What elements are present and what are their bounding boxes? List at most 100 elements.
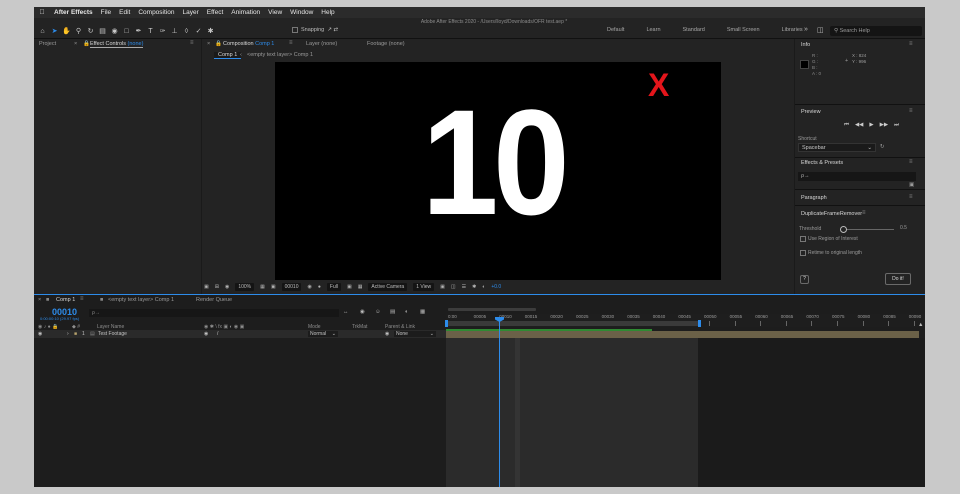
view-layout-dropdown[interactable]: 1 View [413, 283, 435, 291]
hand-tool-icon[interactable]: ✋ [62, 27, 71, 36]
clone-stamp-tool-icon[interactable]: ⊥ [170, 27, 179, 36]
exposure-icon[interactable]: ◐ [482, 284, 485, 290]
tab-composition[interactable]: Composition Comp 1 [223, 41, 274, 47]
snapping-toggle[interactable]: Snapping ↗ ⇄ [292, 27, 338, 33]
timeline-navigator[interactable] [448, 308, 536, 311]
search-help-input[interactable]: ⚲ Search Help [830, 26, 922, 36]
layer-duration-bar[interactable] [446, 331, 919, 338]
comp-mini-flowchart-icon[interactable]: ↔ [343, 309, 349, 315]
lock-icon[interactable]: 🔒 [215, 41, 222, 47]
fast-preview-icon[interactable]: ◫ [451, 284, 456, 290]
panel-menu-icon[interactable]: ≡ [289, 40, 293, 46]
reset-icon[interactable]: ↻ [880, 144, 885, 150]
motion-blur-icon[interactable]: ◐ [405, 309, 408, 315]
tab-effect-controls[interactable]: Effect Controls (none) [90, 41, 144, 48]
menu-window[interactable]: Window [286, 9, 317, 16]
exposure-value[interactable]: +0.0 [491, 284, 501, 290]
rectangle-tool-icon[interactable]: □ [122, 27, 131, 36]
work-area-bar[interactable] [446, 321, 701, 326]
shortcut-dropdown[interactable]: Spacebar ⌄ [798, 143, 876, 152]
new-bin-icon[interactable]: ▣ [909, 182, 914, 188]
effects-search-input[interactable]: ρ→ [798, 172, 916, 181]
menu-composition[interactable]: Composition [134, 9, 178, 16]
workspace-overflow-icon[interactable]: » [804, 26, 808, 33]
playhead-line[interactable] [499, 320, 500, 487]
layer-mode-dropdown[interactable]: Normal ⌄ [308, 331, 338, 337]
layer-name[interactable]: Test Footage [98, 330, 127, 338]
use-roi-checkbox[interactable] [800, 236, 806, 242]
panel-menu-icon[interactable]: ≡ [909, 159, 913, 165]
grid-icon[interactable]: ▦ [260, 284, 265, 290]
close-icon[interactable]: × [207, 41, 210, 47]
timeline-search-input[interactable]: ρ→ [89, 309, 339, 317]
puppet-tool-icon[interactable]: ✱ [206, 27, 215, 36]
panel-menu-icon[interactable]: ≡ [190, 40, 194, 46]
color-channel-icon[interactable]: ● [318, 284, 321, 290]
workspace-libraries[interactable]: Libraries [782, 27, 803, 33]
next-frame-icon[interactable]: ▶▶ [880, 122, 888, 129]
shy-icon[interactable]: ☺ [375, 309, 381, 315]
always-preview-icon[interactable]: ▣ [204, 284, 209, 290]
breadcrumb-comp[interactable]: Comp 1 [214, 52, 242, 59]
camera-dropdown[interactable]: Active Camera [368, 283, 408, 291]
menu-effect[interactable]: Effect [203, 9, 228, 16]
sync-settings-icon[interactable]: ◫ [817, 26, 824, 34]
snapping-checkbox[interactable] [292, 27, 298, 33]
panel-menu-icon[interactable]: ≡ [862, 210, 866, 216]
mask-icon[interactable]: ▣ [271, 284, 276, 290]
graph-editor-icon[interactable]: ▦ [420, 309, 425, 315]
flowchart-icon[interactable]: ✱ [472, 284, 476, 290]
roi-icon[interactable]: ⊞ [215, 284, 219, 290]
layer-parent-dropdown[interactable]: None ⌄ [394, 331, 436, 337]
do-it-button[interactable]: Do it! [885, 273, 911, 285]
zoom-tool-icon[interactable]: ⚲ [74, 27, 83, 36]
composition-viewer[interactable]: 10 X [275, 62, 721, 280]
pan-behind-tool-icon[interactable]: ◉ [110, 27, 119, 36]
expand-chevron-icon[interactable]: › [67, 330, 69, 338]
draft-3d-icon[interactable]: ◉ [360, 309, 365, 315]
collapse-switch-icon[interactable]: ◉ [204, 330, 208, 338]
pixel-aspect-icon[interactable]: ▣ [440, 284, 445, 290]
eraser-tool-icon[interactable]: ◊ [182, 27, 191, 36]
last-frame-icon[interactable]: ⏭ [894, 122, 899, 129]
timeline-zoom-icon[interactable]: ▲ [918, 322, 923, 328]
threshold-value[interactable]: 0.5 [900, 225, 907, 231]
tab-render-queue[interactable]: Render Queue [196, 297, 232, 303]
workspace-learn[interactable]: Learn [646, 27, 660, 33]
play-icon[interactable]: ▶ [869, 122, 873, 129]
panel-menu-icon[interactable]: ≡ [909, 108, 913, 114]
tab-project[interactable]: Project [39, 41, 56, 47]
menu-app-name[interactable]: After Effects [50, 9, 97, 16]
transparency-grid-icon[interactable]: ▦ [358, 284, 363, 290]
pick-whip-icon[interactable]: ◉ [385, 330, 389, 338]
roto-brush-tool-icon[interactable]: ✓ [194, 27, 203, 36]
pen-tool-icon[interactable]: ✒ [134, 27, 143, 36]
brush-tool-icon[interactable]: ✑ [158, 27, 167, 36]
first-frame-icon[interactable]: ⏮ [844, 122, 849, 129]
threshold-slider-track[interactable] [844, 229, 894, 230]
panel-menu-icon[interactable]: ≡ [909, 41, 913, 47]
work-area-end-handle[interactable] [698, 320, 701, 327]
table-row[interactable]: ◉ › ■ 1 ▤ Test Footage ◉ / Normal ⌄ ◉ No… [34, 330, 446, 338]
tab-footage[interactable]: Footage (none) [367, 41, 405, 47]
menu-help[interactable]: Help [317, 9, 338, 16]
workspace-default[interactable]: Default [607, 27, 624, 33]
roi-toggle-icon[interactable]: ▣ [347, 284, 352, 290]
menu-animation[interactable]: Animation [227, 9, 264, 16]
timeline-icon[interactable]: ☰ [462, 284, 466, 290]
lock-icon[interactable]: 🔒 [83, 41, 90, 47]
panel-menu-icon[interactable]: ≡ [909, 194, 913, 200]
retime-checkbox[interactable] [800, 250, 806, 256]
zoom-dropdown[interactable]: 100% [235, 283, 255, 291]
frame-blending-icon[interactable]: ▤ [390, 309, 395, 315]
apple-icon[interactable]:  [34, 9, 50, 16]
tab-layer[interactable]: Layer (none) [306, 41, 337, 47]
close-icon[interactable]: × [38, 297, 41, 303]
menu-edit[interactable]: Edit [115, 9, 134, 16]
breadcrumb-layer[interactable]: <empty text layer> Comp 1 [247, 52, 313, 58]
menu-file[interactable]: File [97, 9, 115, 16]
resolution-dropdown[interactable]: Full [326, 283, 341, 291]
selection-tool-icon[interactable]: ➤ [50, 27, 59, 36]
home-icon[interactable]: ⌂ [38, 27, 47, 36]
rotation-tool-icon[interactable]: ↻ [86, 27, 95, 36]
